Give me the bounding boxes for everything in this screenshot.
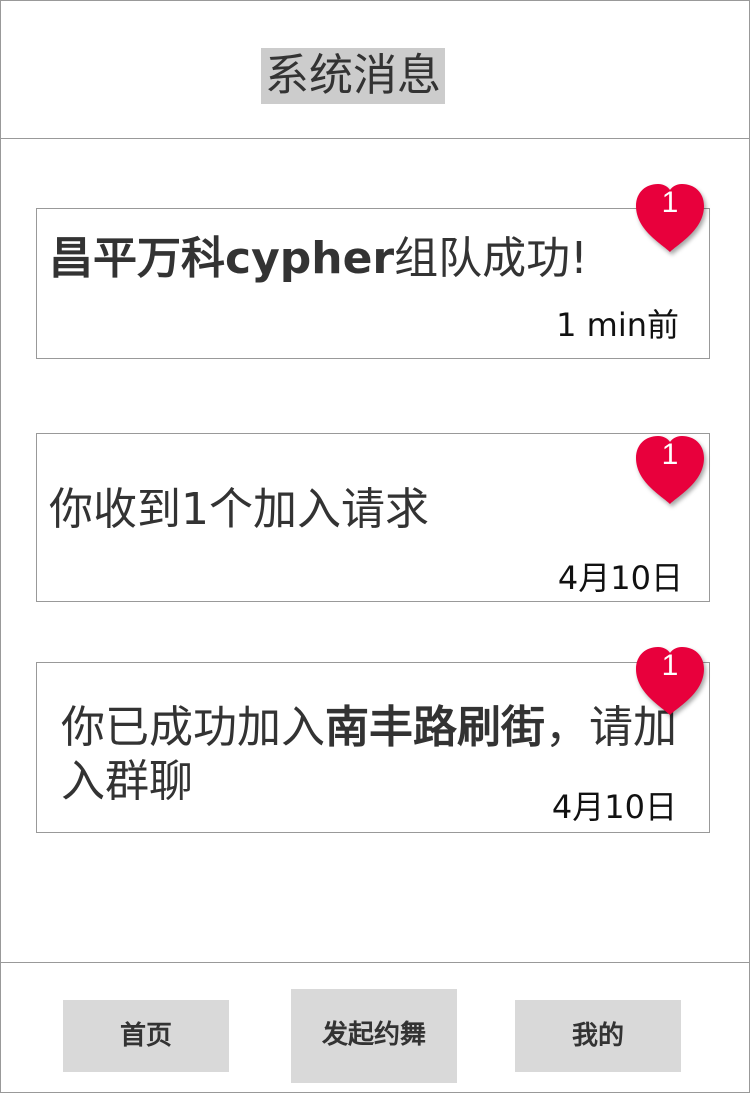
nav-mine-button[interactable]: 我的 xyxy=(515,1000,681,1072)
message-time: 1 min前 xyxy=(556,306,679,344)
message-time: 4月10日 xyxy=(557,559,683,597)
badge-count: 1 xyxy=(661,186,679,219)
message-card[interactable]: 你已成功加入南丰路刷街，请加入群聊 4月10日 xyxy=(36,662,710,833)
unread-badge: 1 xyxy=(632,643,708,717)
message-card[interactable]: 你收到1个加入请求 4月10日 xyxy=(36,433,710,602)
page-title: 系统消息 xyxy=(261,48,445,104)
badge-count: 1 xyxy=(661,438,679,471)
header: 系统消息 xyxy=(0,0,750,139)
message-text: 你收到1个加入请求 xyxy=(49,484,429,535)
unread-badge: 1 xyxy=(632,180,708,254)
bottom-nav: 首页 发起约舞 我的 xyxy=(0,962,750,1093)
message-bold-text: 昌平万科cypher xyxy=(49,233,395,284)
message-prefix: 你已成功加入 xyxy=(61,702,325,753)
badge-count: 1 xyxy=(661,649,679,682)
group-name-link[interactable]: 南丰路刷街 xyxy=(325,702,545,753)
message-normal-text: 组队成功! xyxy=(394,233,588,284)
nav-home-button[interactable]: 首页 xyxy=(63,1000,229,1072)
message-time: 4月10日 xyxy=(551,788,677,826)
message-card[interactable]: 昌平万科cypher组队成功! 1 min前 xyxy=(36,208,710,359)
unread-badge: 1 xyxy=(632,432,708,506)
message-text: 昌平万科cypher组队成功! xyxy=(49,231,588,287)
nav-launch-dance-button[interactable]: 发起约舞 xyxy=(291,989,457,1083)
